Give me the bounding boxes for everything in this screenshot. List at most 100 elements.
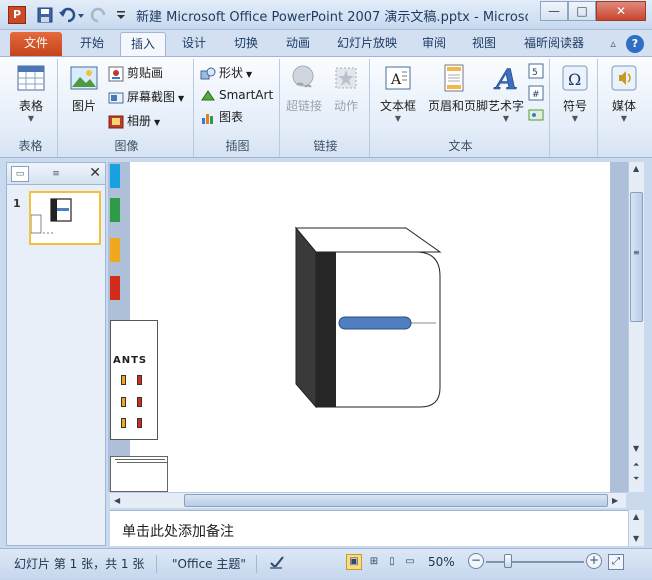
action-button[interactable]: 动作 [324, 63, 368, 129]
tab-animations[interactable]: 动画 [276, 32, 320, 56]
hyperlink-label: 超链接 [285, 99, 322, 113]
slide-content [294, 226, 442, 409]
zoom-in-icon[interactable]: + [586, 553, 602, 569]
redo-icon[interactable] [90, 6, 108, 24]
chevron-down-icon: ▼ [178, 94, 185, 103]
theme-name[interactable]: "Office 主题" [172, 555, 246, 572]
wordart-button[interactable]: A 艺术字 ▼ [484, 63, 528, 129]
horizontal-scrollbar[interactable]: ◀ ▶ [110, 492, 626, 508]
fit-to-window-icon[interactable]: ⤢ [608, 554, 624, 570]
tab-review[interactable]: 审阅 [414, 32, 454, 56]
header-footer-icon [439, 63, 469, 93]
slide-thumbnail[interactable] [29, 191, 101, 245]
picture-button[interactable]: 图片 [62, 63, 106, 129]
cabinet-shape[interactable] [294, 226, 442, 409]
hyperlink-icon [289, 63, 319, 93]
slide-sorter-icon[interactable]: ⊞ [366, 554, 382, 570]
notes-pane[interactable]: 单击此处添加备注 [110, 510, 628, 546]
previous-slide-icon[interactable]: ⏶ [633, 460, 639, 470]
zoom-slider[interactable] [486, 561, 584, 563]
object-icon[interactable] [528, 107, 544, 123]
outline-tab-icon[interactable]: ≡ [47, 166, 65, 182]
tab-slideshow[interactable]: 幻灯片放映 [330, 32, 404, 56]
slides-tab-icon[interactable]: ▭ [11, 166, 29, 182]
group-media: 媒体 ▼ [600, 59, 648, 157]
notes-placeholder[interactable]: 单击此处添加备注 [122, 521, 234, 541]
table-button[interactable]: 表格 ▼ [9, 63, 53, 129]
horizontal-scroll-thumb[interactable] [184, 494, 608, 507]
scroll-down-icon[interactable]: ▼ [633, 534, 639, 543]
tab-file[interactable]: 文件 [10, 32, 62, 56]
tab-transitions[interactable]: 切换 [224, 32, 268, 56]
minimize-ribbon-icon[interactable]: ▵ [604, 35, 622, 53]
textbox-icon: A [383, 63, 413, 93]
reading-view-icon[interactable]: ▯ [384, 554, 400, 570]
tab-design[interactable]: 设计 [172, 32, 216, 56]
media-button[interactable]: 媒体 ▼ [602, 63, 646, 129]
spell-check-icon[interactable] [268, 553, 286, 574]
screenshot-button[interactable]: 屏幕截图 ▼ [108, 87, 184, 107]
shapes-button[interactable]: 形状 ▼ [200, 63, 252, 83]
tab-view[interactable]: 视图 [464, 32, 504, 56]
zoom-slider-knob[interactable] [504, 554, 512, 568]
tab-insert[interactable]: 插入 [120, 32, 166, 56]
group-links: 超链接 动作 链接 [282, 59, 370, 157]
slide-number-icon[interactable]: # [528, 85, 544, 101]
album-button[interactable]: 相册 ▼ [108, 111, 160, 131]
save-icon[interactable] [36, 6, 54, 24]
normal-view-icon[interactable]: ▣ [346, 554, 362, 570]
customize-toolbar-icon[interactable] [114, 6, 132, 24]
help-icon[interactable]: ? [626, 35, 644, 53]
ribbon-controls: ▵ ? [604, 35, 644, 53]
group-label-text: 文本 [448, 139, 473, 153]
smartart-button[interactable]: SmartArt [200, 85, 273, 105]
scroll-up-icon[interactable]: ▲ [633, 164, 639, 173]
ribbon: 表格 ▼ 表格 图片 剪贴画 屏幕截图 ▼ 相册 ▼ 图像 形状 ▼ SmartArt [0, 56, 652, 158]
picture-icon [69, 63, 99, 93]
group-illustrations: 形状 ▼ SmartArt 图表 插图 [196, 59, 280, 157]
table-icon [16, 63, 46, 93]
wordart-icon: A [491, 63, 521, 97]
next-slide-icon[interactable]: ⏷ [633, 474, 639, 484]
photo-album-icon [108, 114, 124, 130]
close-icon[interactable]: ✕ [89, 165, 101, 181]
chevron-down-icon: ▼ [27, 114, 35, 123]
zoom-level[interactable]: 50% [428, 555, 455, 569]
tab-home[interactable]: 开始 [70, 32, 114, 56]
slideshow-view-icon[interactable]: ▭ [402, 554, 418, 570]
group-label-links: 链接 [313, 139, 338, 153]
tab-foxit-reader[interactable]: 福昕阅读器 [516, 32, 592, 56]
vertical-scroll-thumb[interactable] [630, 192, 643, 322]
notes-scrollbar[interactable]: ▲ ▼ [628, 510, 644, 546]
status-bar: 幻灯片 第 1 张，共 1 张 "Office 主题" ▣ ⊞ ▯ ▭ 50% … [0, 548, 652, 580]
ribbon-tabs: 文件 开始 插入 设计 切换 动画 幻灯片放映 审阅 视图 福昕阅读器 ▵ ? [0, 30, 652, 56]
textbox-button[interactable]: A 文本框 ▼ [376, 63, 420, 129]
scroll-down-icon[interactable]: ▼ [633, 444, 639, 453]
powerpoint-app-icon[interactable]: P [8, 6, 26, 24]
clipart-button[interactable]: 剪贴画 [108, 63, 163, 83]
slide-canvas[interactable] [130, 162, 610, 492]
zoom-out-icon[interactable]: − [468, 553, 484, 569]
group-text: A 文本框 ▼ 页眉和页脚 A 艺术字 ▼ 5 # 文本 [372, 59, 550, 157]
date-time-icon[interactable]: 5 [528, 63, 544, 79]
header-footer-button[interactable]: 页眉和页脚 [428, 63, 488, 129]
vertical-scrollbar[interactable]: ▲ ≡ ▼ ⏶ ⏷ [628, 162, 644, 492]
chart-label: 图表 [219, 110, 244, 124]
chevron-down-icon: ▼ [394, 114, 402, 123]
window-title: 新建 Microsoft Office PowerPoint 2007 演示文稿… [136, 10, 528, 25]
maximize-button[interactable]: □ [568, 1, 596, 21]
hyperlink-button[interactable]: 超链接 [282, 63, 326, 129]
shapes-label: 形状 [219, 66, 244, 80]
scroll-left-icon[interactable]: ◀ [114, 496, 120, 505]
wordart-label: 艺术字 [487, 99, 524, 113]
svg-text:Ω: Ω [568, 70, 581, 89]
legend-marker-orange [121, 418, 126, 428]
minimize-button[interactable]: — [540, 1, 568, 21]
undo-icon[interactable] [58, 6, 84, 24]
scroll-right-icon[interactable]: ▶ [612, 496, 618, 505]
group-label-images: 图像 [114, 139, 139, 153]
symbols-button[interactable]: Ω 符号 ▼ [553, 63, 597, 129]
chart-button[interactable]: 图表 [200, 107, 243, 127]
close-button[interactable]: ✕ [596, 1, 646, 21]
scroll-up-icon[interactable]: ▲ [633, 512, 639, 521]
